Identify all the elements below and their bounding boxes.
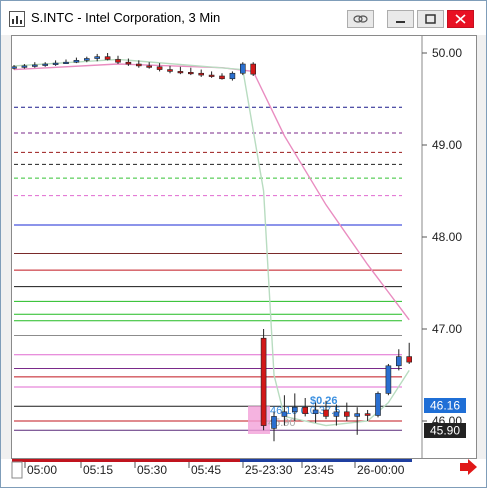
candle[interactable] — [333, 411, 340, 417]
candle[interactable] — [156, 66, 163, 70]
title-bar[interactable]: S.INTC - Intel Corporation, 3 Min — [1, 1, 486, 35]
candle[interactable] — [94, 56, 100, 59]
candle[interactable] — [219, 75, 225, 80]
session-bar-current — [240, 459, 412, 462]
candle[interactable] — [312, 409, 319, 414]
time-tick-label: 26-00:00 — [357, 463, 405, 477]
link-icon — [353, 15, 368, 23]
candle[interactable] — [229, 72, 236, 80]
pnl-label: $0.26 — [310, 395, 338, 407]
chart-icon — [9, 11, 25, 27]
candle[interactable] — [12, 66, 17, 69]
candle[interactable] — [115, 59, 121, 63]
candle[interactable] — [281, 411, 288, 417]
time-tick-label: 25-23:30 — [245, 463, 293, 477]
link-button[interactable] — [347, 10, 374, 28]
candle[interactable] — [73, 60, 80, 63]
scroll-right-arrow-icon[interactable] — [460, 459, 477, 475]
maximize-button[interactable] — [417, 10, 444, 28]
chart-area[interactable]: 45.90 46.16 0.0 37.5 $0.26 50.00 49.00 48.… — [11, 35, 477, 459]
candle[interactable] — [250, 63, 256, 75]
candle[interactable] — [395, 356, 402, 367]
candle[interactable] — [291, 406, 298, 413]
candle[interactable] — [343, 411, 350, 417]
price-tick-label: 50.00 — [432, 46, 462, 60]
candle[interactable] — [271, 416, 277, 429]
time-tick-label: 05:45 — [191, 463, 221, 477]
candle[interactable] — [42, 63, 49, 66]
price-tick-label: 47.00 — [432, 322, 462, 336]
time-tick-label: 05:00 — [27, 463, 57, 477]
candle[interactable] — [84, 58, 90, 61]
time-tick-label: 05:15 — [83, 463, 113, 477]
candle[interactable] — [146, 65, 152, 68]
price-chart[interactable]: 45.90 46.16 0.0 37.5 $0.26 50.0049.0048.… — [12, 36, 476, 458]
time-axis-svg[interactable]: 05:00 05:15 05:30 05:45 25-23:30 23:45 26-00:0… — [1, 459, 486, 487]
candle[interactable] — [21, 65, 28, 68]
candle[interactable] — [167, 69, 173, 72]
minimize-button[interactable] — [387, 10, 414, 28]
candle[interactable] — [136, 63, 142, 67]
session-bar-previous — [12, 459, 240, 462]
close-icon — [455, 14, 466, 24]
candle[interactable] — [240, 63, 246, 74]
candle[interactable] — [208, 74, 215, 77]
time-axis[interactable]: 05:00 05:15 05:30 05:45 25-23:30 23:45 26-00:0… — [1, 459, 486, 487]
candle[interactable] — [104, 56, 111, 60]
time-tick-label: 23:45 — [304, 463, 334, 477]
order-entry-highlight[interactable] — [248, 406, 270, 434]
current-price-label: 46.16 — [430, 399, 460, 413]
candle[interactable] — [406, 356, 413, 363]
moving-average-line — [13, 63, 410, 321]
maximize-icon — [425, 14, 436, 24]
target-price-label: 45.90 — [430, 424, 460, 438]
price-tick-label: 49.00 — [432, 138, 462, 152]
candle[interactable] — [63, 61, 69, 65]
candle[interactable] — [323, 409, 329, 417]
moving-average-line — [13, 58, 410, 427]
candle[interactable] — [354, 413, 361, 417]
time-tick-label: 05:30 — [137, 463, 167, 477]
candle[interactable] — [52, 62, 59, 65]
candle[interactable] — [385, 365, 392, 394]
candle[interactable] — [302, 406, 309, 414]
scroll-thumb[interactable] — [11, 461, 23, 479]
candle[interactable] — [198, 72, 204, 76]
candle[interactable] — [364, 413, 371, 416]
window-title: S.INTC - Intel Corporation, 3 Min — [31, 10, 221, 25]
close-button[interactable] — [447, 10, 474, 28]
price-tick-label: 48.00 — [432, 230, 462, 244]
minimize-icon — [396, 21, 405, 23]
candle[interactable] — [188, 72, 194, 75]
candle[interactable] — [177, 71, 184, 74]
candle[interactable] — [125, 61, 132, 65]
candle[interactable] — [375, 393, 381, 416]
candle[interactable] — [31, 64, 38, 67]
chart-window: S.INTC - Intel Corporation, 3 Min 45.90 … — [0, 0, 487, 488]
candle[interactable] — [260, 337, 267, 426]
